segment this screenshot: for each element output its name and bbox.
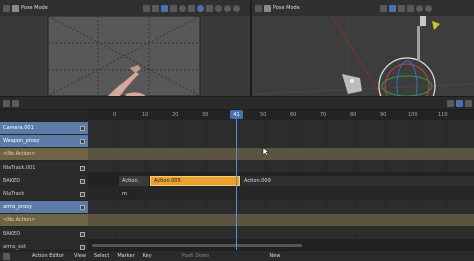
track-checkbox[interactable]: [80, 138, 85, 144]
track-label: Camera.001: [3, 125, 34, 131]
track-weapon-proxy[interactable]: Weapon_proxy: [0, 135, 88, 147]
tick-90: 90: [380, 112, 387, 118]
track-no-action[interactable]: <No Action>: [0, 214, 88, 226]
left-viewport-header: Pose Mode: [0, 0, 250, 16]
overlay-icon[interactable]: [406, 4, 414, 12]
rendered-shading-icon[interactable]: [232, 4, 240, 12]
viewport-shading-icon[interactable]: [196, 4, 204, 12]
editor-type-icon[interactable]: [255, 4, 262, 12]
track-label: <No Action>: [3, 217, 36, 223]
strip-action-005[interactable]: Action.005: [150, 176, 240, 186]
include-missing-icon[interactable]: [456, 99, 463, 107]
track-checkbox[interactable]: [80, 125, 85, 131]
solid-shading-icon[interactable]: [415, 4, 423, 12]
solid-shading-icon[interactable]: [214, 4, 222, 12]
track-checkbox[interactable]: [80, 165, 85, 171]
tick-20: 20: [172, 112, 179, 118]
track-label: <No Action>: [3, 151, 36, 157]
current-frame-label: 41: [233, 111, 240, 118]
strip-action-009[interactable]: Action.009: [241, 176, 474, 186]
track-arms-proxy[interactable]: arms_proxy: [0, 201, 88, 213]
tick-110: 110: [438, 112, 448, 118]
strip-label: Action.009: [244, 178, 271, 184]
material-shading-icon[interactable]: [223, 4, 231, 12]
overlay-icon[interactable]: [187, 4, 195, 12]
camera-view: [0, 16, 250, 96]
strip-label: Action.: [122, 178, 140, 184]
track-label: BAKED: [3, 178, 21, 184]
right-viewport-header: Pose Mode: [252, 0, 474, 16]
proportional-icon[interactable]: [397, 4, 405, 12]
menu-toggle-icon[interactable]: [12, 99, 19, 107]
tick-80: 80: [350, 112, 357, 118]
mode-dropdown[interactable]: Pose Mode: [21, 5, 48, 11]
tick-0: 0: [113, 112, 117, 118]
key-menu[interactable]: Key: [143, 253, 152, 259]
filter-icon[interactable]: [447, 99, 454, 107]
xray-icon[interactable]: [205, 4, 213, 12]
new-action-button[interactable]: New: [269, 253, 280, 259]
tick-70: 70: [320, 112, 327, 118]
footer-bar: Action Editor View Select Marker Key Pus…: [0, 251, 474, 261]
tick-30: 30: [202, 112, 209, 118]
strip-label: m: [122, 191, 127, 197]
snap-target-icon[interactable]: [169, 4, 177, 12]
track-arms-ext[interactable]: arms_ext: [0, 241, 88, 250]
nla-timeline[interactable]: 0 10 20 30 50 60 70 80 90 100 110 Action…: [88, 110, 474, 250]
left-viewport[interactable]: [0, 16, 250, 96]
track-nlatrack[interactable]: NlaTrack: [0, 188, 88, 200]
proportional-icon[interactable]: [178, 4, 186, 12]
right-viewport[interactable]: [252, 16, 474, 96]
track-label: arms_ext: [3, 244, 26, 250]
transform-orientation-icon[interactable]: [379, 4, 387, 12]
playhead-line[interactable]: [236, 110, 237, 250]
material-shading-icon[interactable]: [424, 4, 432, 12]
select-menu[interactable]: Select: [94, 253, 109, 259]
snap-icon[interactable]: [465, 99, 472, 107]
mouse-cursor-icon: [262, 147, 270, 157]
pose-mode-icon: [264, 4, 271, 12]
snap-icon[interactable]: [388, 4, 396, 12]
transform-orientation-icon[interactable]: [142, 4, 150, 12]
mode-dropdown[interactable]: Pose Mode: [273, 5, 300, 11]
tick-50: 50: [260, 112, 267, 118]
push-down-button[interactable]: Push Down: [182, 253, 210, 259]
track-label: arms_proxy: [3, 204, 32, 210]
track-checkbox[interactable]: [80, 178, 85, 184]
3d-scene: [252, 16, 474, 96]
view-menu[interactable]: View: [74, 253, 86, 259]
editor-type-icon[interactable]: [3, 99, 10, 107]
strip-action[interactable]: Action.: [119, 176, 149, 186]
track-checkbox[interactable]: [80, 244, 85, 250]
marker-menu[interactable]: Marker: [117, 253, 134, 259]
editor-mode-dropdown[interactable]: Action Editor: [32, 253, 64, 259]
snap-icon[interactable]: [160, 4, 168, 12]
track-label: NlaTrack: [3, 191, 25, 197]
editor-type-icon[interactable]: [3, 4, 10, 12]
track-label: NlaTrack.001: [3, 165, 36, 171]
strip-m[interactable]: m: [119, 189, 139, 199]
track-label: Weapon_proxy: [3, 138, 40, 144]
track-camera[interactable]: Camera.001: [0, 122, 88, 134]
track-checkbox[interactable]: [80, 191, 85, 197]
track-label: BAKED: [3, 231, 21, 237]
pose-mode-icon: [12, 4, 19, 12]
tick-60: 60: [290, 112, 297, 118]
track-list: Camera.001 Weapon_proxy <No Action> NlaT…: [0, 110, 88, 250]
track-nlatrack-001[interactable]: NlaTrack.001: [0, 162, 88, 174]
track-baked[interactable]: BAKED: [0, 175, 88, 187]
track-baked[interactable]: BAKED: [0, 228, 88, 240]
editor-type-icon[interactable]: [3, 252, 10, 260]
pivot-icon[interactable]: [151, 4, 159, 12]
strip-label: Action.005: [154, 178, 181, 184]
tick-10: 10: [142, 112, 149, 118]
nla-header: [0, 97, 474, 109]
track-no-action[interactable]: <No Action>: [0, 148, 88, 160]
track-checkbox[interactable]: [80, 204, 85, 210]
current-frame-indicator[interactable]: 41: [230, 110, 243, 119]
tick-100: 100: [408, 112, 418, 118]
track-checkbox[interactable]: [80, 231, 85, 237]
